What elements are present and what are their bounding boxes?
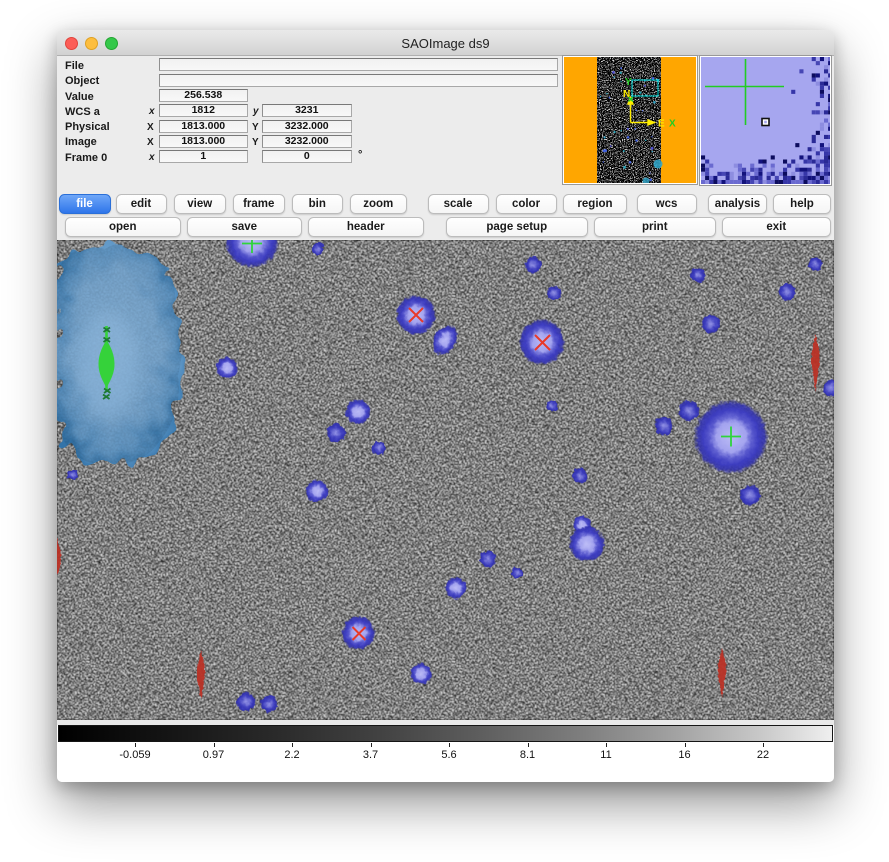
svg-text:Y: Y: [625, 77, 632, 88]
svg-text:E: E: [658, 119, 665, 130]
svg-text:X: X: [669, 119, 676, 130]
